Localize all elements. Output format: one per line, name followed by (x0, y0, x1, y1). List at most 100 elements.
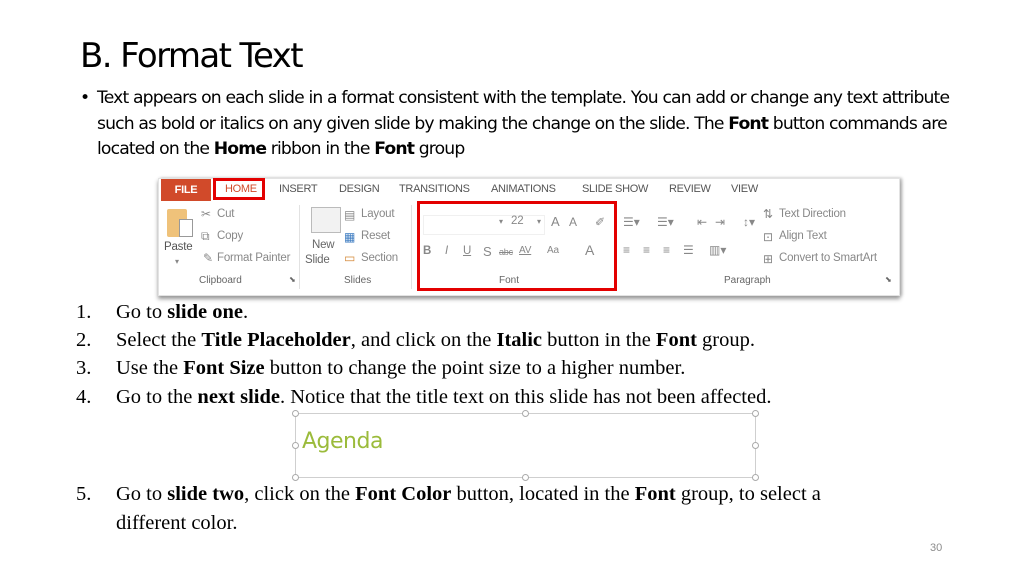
cut-button[interactable]: Cut (217, 208, 235, 220)
clipboard-launcher-icon[interactable]: ⬊ (289, 275, 296, 284)
step-bold: Italic (496, 329, 543, 352)
step-text-part: Select the (116, 329, 202, 352)
step-text-part: , and click on the (350, 329, 497, 352)
increase-indent-icon[interactable]: ⇥ (715, 215, 725, 229)
decrease-indent-icon[interactable]: ⇤ (697, 215, 707, 229)
step-text: Go to the next slide. Notice that the ti… (76, 383, 771, 411)
agenda-text: Agenda (302, 429, 383, 454)
ribbon-screenshot: FILE HOME INSERT DESIGN TRANSITIONS ANIM… (158, 178, 900, 296)
resize-handle (752, 410, 759, 417)
tab-file[interactable]: FILE (161, 179, 211, 201)
font-group-highlight (417, 201, 617, 291)
resize-handle (752, 442, 759, 449)
line-spacing-icon[interactable]: ↕▾ (743, 215, 755, 229)
bullet-paragraph: • Text appears on each slide in a format… (80, 86, 950, 163)
section-button[interactable]: Section (361, 252, 398, 264)
slides-group-label: Slides (344, 275, 372, 286)
slide: B. Format Text • Text appears on each sl… (0, 0, 1024, 576)
step-number: 1. (76, 301, 92, 323)
bullet-text-part: ribbon in the (266, 139, 375, 159)
paste-doc-icon (179, 219, 193, 237)
bullet-text-part: group (414, 139, 466, 159)
step-item: 4. Go to the next slide. Notice that the … (76, 383, 771, 411)
tab-slide-show[interactable]: SLIDE SHOW (582, 183, 648, 195)
paste-button[interactable]: Paste (164, 241, 193, 253)
columns-icon[interactable]: ▥▾ (709, 243, 726, 257)
convert-smartart-button[interactable]: Convert to SmartArt (779, 252, 877, 264)
step-text-part: button to change the point size to a hig… (264, 357, 686, 380)
reset-button[interactable]: Reset (361, 230, 390, 242)
paragraph-group-label: Paragraph (724, 275, 771, 286)
step-text-part: , click on the (244, 483, 356, 505)
new-slide-label-1[interactable]: New (312, 239, 335, 251)
step-bold: slide two (167, 483, 245, 505)
align-right-icon[interactable]: ≡ (663, 243, 670, 257)
step-text-part: button in the (542, 329, 656, 352)
step-text: Use the Font Size button to change the p… (76, 354, 685, 382)
step-bold: Title Placeholder (201, 329, 351, 352)
bullet-bold-home: Home (213, 139, 267, 159)
format-painter-icon: ✎ (203, 251, 214, 265)
new-slide-icon (311, 207, 341, 233)
step-bold: Font (634, 483, 676, 505)
paragraph-launcher-icon[interactable]: ⬊ (885, 275, 892, 284)
resize-handle (522, 410, 529, 417)
group-divider (411, 205, 412, 289)
numbering-icon[interactable]: ☰▾ (657, 215, 674, 229)
bullet-bold-font: Font (728, 113, 769, 134)
section-icon: ▭ (344, 251, 356, 265)
layout-icon: ▤ (344, 208, 356, 222)
tab-review[interactable]: REVIEW (669, 183, 711, 195)
step-item: 2. Select the Title Placeholder, and clic… (76, 326, 771, 354)
align-left-icon[interactable]: ≡ (623, 243, 630, 257)
scissors-icon: ✂ (201, 207, 212, 221)
resize-handle (292, 442, 299, 449)
step-bold: next slide (197, 385, 280, 408)
text-direction-icon: ⇅ (763, 207, 774, 221)
layout-button[interactable]: Layout (361, 208, 395, 220)
step-text-part: Go to the (116, 385, 198, 408)
smartart-icon: ⊞ (763, 252, 774, 266)
step-text-part: Go to (116, 483, 168, 505)
step-bold: slide one (167, 301, 243, 323)
step-text-part: button, located in the (451, 483, 635, 505)
step-text: Go to slide two, click on the Font Color… (76, 480, 896, 537)
step-item-5: 5. Go to slide two, click on the Font Co… (76, 480, 896, 537)
page-number: 30 (930, 542, 943, 554)
steps-list: 1. Go to slide one. 2. Select the Title Pl… (76, 298, 771, 411)
tab-animations[interactable]: ANIMATIONS (491, 183, 556, 195)
step-text-part: Go to (116, 301, 168, 323)
align-center-icon[interactable]: ≡ (643, 243, 650, 257)
step-text: Select the Title Placeholder, and click … (76, 326, 755, 354)
tab-transitions[interactable]: TRANSITIONS (399, 183, 470, 195)
step-bold: Font Color (355, 483, 452, 505)
step-text: Go to slide one. (76, 298, 248, 326)
tab-insert[interactable]: INSERT (279, 183, 318, 195)
group-divider (299, 205, 300, 289)
align-text-icon: ⊡ (763, 230, 774, 244)
step-number: 4. (76, 385, 92, 408)
paste-dropdown-icon[interactable]: ▾ (175, 257, 179, 266)
new-slide-button[interactable]: Slide (305, 254, 330, 266)
step-bold: Font (655, 329, 697, 352)
step-item: 1. Go to slide one. (76, 298, 771, 326)
justify-icon[interactable]: ☰ (683, 243, 694, 257)
tab-design[interactable]: DESIGN (339, 183, 380, 195)
slide-title: B. Format Text (80, 36, 304, 76)
home-tab-highlight (213, 178, 265, 200)
bullets-icon[interactable]: ☰▾ (623, 215, 640, 229)
copy-icon: ⧉ (201, 229, 210, 243)
bullet-bold-font: Font (374, 139, 415, 159)
step-text-part: Use the (116, 357, 184, 380)
copy-button[interactable]: Copy (217, 230, 243, 242)
align-text-button[interactable]: Align Text (779, 230, 827, 242)
reset-icon: ▦ (344, 230, 356, 244)
step-number: 5. (76, 483, 92, 505)
clipboard-group-label: Clipboard (199, 275, 242, 286)
format-painter-button[interactable]: Format Painter (217, 252, 290, 264)
bullet-marker: • (80, 88, 90, 108)
step-number: 3. (76, 357, 92, 380)
step-text-part: . (243, 301, 249, 323)
tab-view[interactable]: VIEW (731, 183, 758, 195)
text-direction-button[interactable]: Text Direction (779, 208, 846, 220)
